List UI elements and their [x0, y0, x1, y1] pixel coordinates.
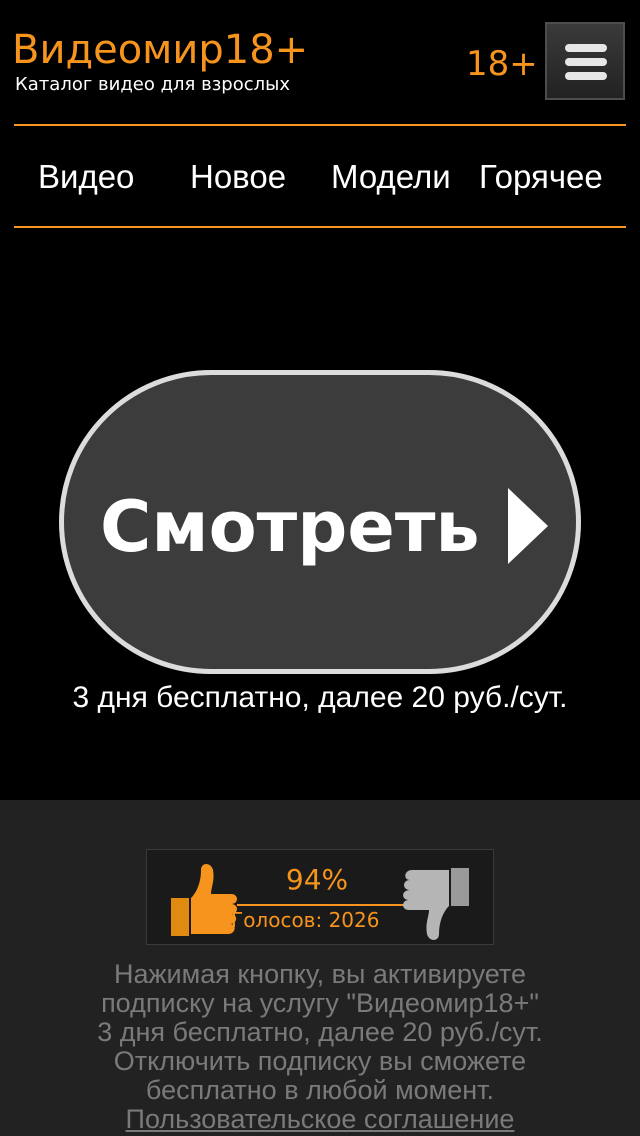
user-agreement-link[interactable]: Пользовательское соглашение [126, 1105, 515, 1134]
rating-widget: 94% Голосов: 2026 [146, 849, 494, 945]
rating-percent: 94% [285, 863, 349, 896]
rating-votes: Голосов: 2026 [231, 908, 380, 932]
disclaimer-line: 3 дня бесплатно, далее 20 руб./сут. [97, 1017, 543, 1047]
play-arrow-icon [508, 488, 548, 564]
disclaimer-line: Отключить подписку вы сможете [113, 1046, 527, 1076]
thumbs-up-icon[interactable] [167, 858, 241, 938]
nav-item-models[interactable]: Модели [331, 154, 451, 200]
nav-item-video[interactable]: Видео [38, 154, 134, 200]
header: Видеомир18+ Каталог видео для взрослых 1… [0, 0, 640, 124]
logo-title[interactable]: Видеомир18+ [12, 28, 308, 72]
menu-button[interactable] [545, 22, 625, 100]
rating-bar [237, 904, 417, 906]
watch-button[interactable]: Смотреть [59, 370, 581, 674]
watch-button-label: Смотреть [100, 486, 480, 568]
disclaimer-line: Нажимая кнопку, вы активируете [113, 959, 526, 989]
disclaimer-line: подписку на услугу "Видеомир18+" [101, 988, 539, 1018]
disclaimer-line: бесплатно в любой момент. [145, 1075, 495, 1105]
rating-bar-fill [237, 904, 407, 906]
page: Видеомир18+ Каталог видео для взрослых 1… [0, 0, 640, 1136]
header-divider [14, 124, 626, 126]
subscription-disclaimer: Нажимая кнопку, вы активируете подписку … [20, 960, 620, 1134]
nav-item-new[interactable]: Новое [190, 154, 286, 200]
price-note: 3 дня бесплатно, далее 20 руб./сут. [72, 681, 568, 714]
logo-subtitle: Каталог видео для взрослых [15, 74, 290, 95]
thumbs-down-icon[interactable] [399, 864, 473, 944]
nav-item-hot[interactable]: Горячее [479, 154, 603, 200]
age-badge: 18+ [466, 44, 538, 84]
nav-divider [14, 226, 626, 228]
